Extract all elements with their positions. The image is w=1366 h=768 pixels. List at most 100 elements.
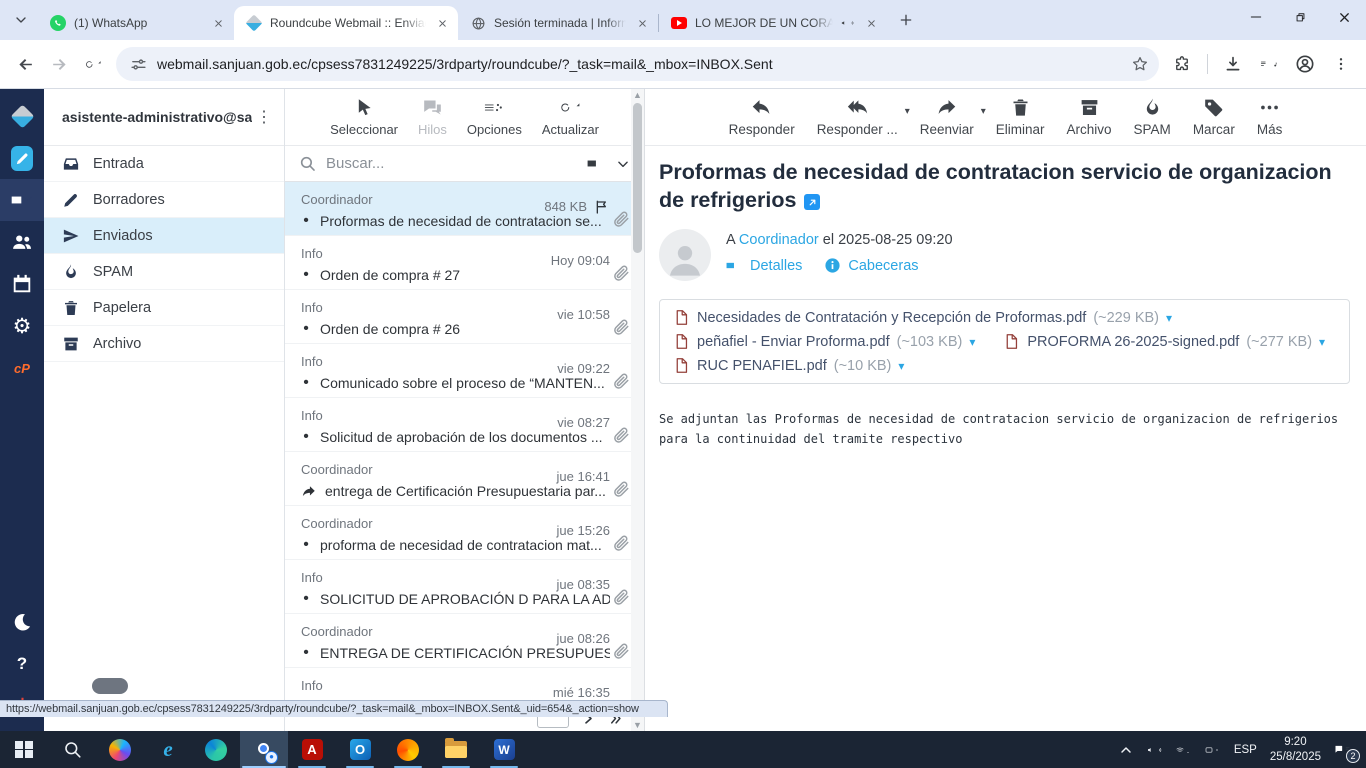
search-collapse-chevron-icon[interactable]	[616, 157, 630, 171]
scroll-down-icon[interactable]: ▼	[633, 719, 642, 731]
clock[interactable]: 9:20 25/8/2025	[1270, 735, 1321, 764]
tab-audio-speaker-icon[interactable]	[841, 16, 855, 30]
tab-informes[interactable]: Sesión terminada | Informes Me	[458, 6, 658, 40]
attachment-name[interactable]: peñafiel - Enviar Proforma.pdf	[697, 334, 890, 350]
dropdown-caret-icon[interactable]: ▾	[981, 106, 986, 117]
list-toolbar-hilos-button[interactable]: Hilos	[418, 97, 447, 137]
forward-button[interactable]	[42, 47, 76, 81]
new-tab-button[interactable]	[893, 7, 919, 33]
taskbar-edge[interactable]	[192, 731, 240, 768]
tab-youtube[interactable]: LO MEJOR DE UN CORAZÓ	[659, 6, 887, 40]
cpanel-nav[interactable]: cP	[0, 347, 44, 389]
view-toolbar-reenviar-button[interactable]: Reenviar ▾	[920, 97, 986, 137]
view-toolbar-spam-button[interactable]: SPAM	[1134, 97, 1171, 137]
message-row[interactable]: Coordinador jue 15:26 • proforma de necesid…	[285, 506, 644, 560]
message-row[interactable]: Coordinador jue 16:41 entrega de Certifica…	[285, 452, 644, 506]
list-toolbar-seleccionar-button[interactable]: Seleccionar	[330, 97, 398, 137]
message-row[interactable]: Info vie 08:27 • Solicitud de aprobación de…	[285, 398, 644, 452]
window-restore-button[interactable]	[1278, 0, 1322, 34]
view-toolbar-marcar-button[interactable]: Marcar	[1193, 97, 1235, 137]
volume-icon[interactable]	[1147, 742, 1163, 758]
message-row[interactable]: Info Hoy 09:04 • Orden de compra # 27	[285, 236, 644, 290]
taskbar-file-explorer[interactable]	[432, 731, 480, 768]
address-url[interactable]: webmail.sanjuan.gob.ec/cpsess7831249225/…	[157, 56, 1127, 72]
address-bar[interactable]: webmail.sanjuan.gob.ec/cpsess7831249225/…	[116, 47, 1159, 81]
taskbar-copilot[interactable]	[96, 731, 144, 768]
settings-nav[interactable]: ⚙	[0, 305, 44, 347]
attachment-name[interactable]: RUC PENAFIEL.pdf	[697, 358, 827, 374]
tab-close-icon[interactable]	[434, 15, 450, 31]
attachment-item[interactable]: RUC PENAFIEL.pdf (~10 KB) ▾	[673, 357, 904, 374]
site-info-icon[interactable]	[130, 56, 147, 73]
attachment-item[interactable]: peñafiel - Enviar Proforma.pdf (~103 KB) ▾	[673, 333, 975, 350]
bookmark-star-icon[interactable]	[1131, 55, 1149, 73]
attachment-menu-caret-icon[interactable]: ▾	[898, 359, 904, 373]
taskbar-outlook[interactable]: O	[336, 731, 384, 768]
downloads-icon[interactable]	[1216, 47, 1250, 81]
sidebar-folder-papelera[interactable]: Papelera	[44, 290, 284, 326]
tab-close-icon[interactable]	[863, 15, 879, 31]
taskbar-acrobat[interactable]: A	[288, 731, 336, 768]
attachment-name[interactable]: Necesidades de Contratación y Recepción …	[697, 310, 1086, 326]
list-toolbar-actualizar-button[interactable]: Actualizar	[542, 97, 599, 137]
taskbar-chrome[interactable]: ●	[240, 731, 288, 768]
window-minimize-button[interactable]	[1234, 0, 1278, 34]
media-controls-icon[interactable]	[1252, 47, 1286, 81]
view-toolbar-m-s-button[interactable]: Más	[1257, 97, 1282, 137]
taskbar-internet-explorer[interactable]: e	[144, 731, 192, 768]
sidebar-folder-spam[interactable]: SPAM	[44, 254, 284, 290]
taskbar-firefox[interactable]	[384, 731, 432, 768]
scrollbar-thumb[interactable]	[633, 103, 642, 253]
profile-avatar-icon[interactable]	[1288, 47, 1322, 81]
message-row[interactable]: Info jue 08:35 • SOLICITUD DE APROBACIÓN D …	[285, 560, 644, 614]
browser-menu-kebab-icon[interactable]	[1324, 47, 1358, 81]
attachment-item[interactable]: PROFORMA 26-2025-signed.pdf (~277 KB) ▾	[1003, 333, 1325, 350]
tab-roundcube[interactable]: Roundcube Webmail :: Enviados	[234, 6, 458, 40]
view-toolbar-responder-button[interactable]: Responder ... ▾	[817, 97, 910, 137]
back-button[interactable]	[8, 47, 42, 81]
notification-center[interactable]: 2	[1334, 740, 1360, 763]
scroll-up-icon[interactable]: ▲	[633, 89, 642, 101]
detalles-button[interactable]: Detalles	[726, 257, 802, 274]
dropdown-caret-icon[interactable]: ▾	[905, 106, 910, 117]
taskbar-start-button[interactable]	[0, 731, 48, 768]
sidebar-folder-archivo[interactable]: Archivo	[44, 326, 284, 362]
attachment-menu-caret-icon[interactable]: ▾	[1166, 311, 1172, 325]
open-in-new-window-icon[interactable]	[804, 194, 821, 211]
sidebar-folder-entrada[interactable]: Entrada	[44, 146, 284, 182]
tab-whatsapp[interactable]: (1) WhatsApp	[38, 6, 234, 40]
mail-nav[interactable]	[0, 179, 44, 221]
view-toolbar-responder-button[interactable]: Responder	[729, 97, 795, 137]
taskbar-taskbar-search[interactable]	[48, 731, 96, 768]
calendar-nav[interactable]	[0, 263, 44, 305]
language-indicator[interactable]: ESP	[1234, 744, 1257, 756]
recipient-link[interactable]: Coordinador	[739, 232, 819, 248]
view-toolbar-archivo-button[interactable]: Archivo	[1067, 97, 1112, 137]
tab-close-icon[interactable]	[210, 15, 226, 31]
message-row[interactable]: Coordinador jue 08:26 • ENTREGA DE CERTIFIC…	[285, 614, 644, 668]
tray-chevron-up-icon[interactable]	[1118, 742, 1134, 758]
window-close-button[interactable]	[1322, 0, 1366, 34]
attachment-item[interactable]: Necesidades de Contratación y Recepción …	[673, 309, 1172, 326]
roundcube-logo[interactable]	[0, 95, 44, 137]
attachment-name[interactable]: PROFORMA 26-2025-signed.pdf	[1027, 334, 1239, 350]
contacts-nav[interactable]	[0, 221, 44, 263]
cabeceras-button[interactable]: Cabeceras	[824, 257, 919, 274]
tab-search-chevron-icon[interactable]	[8, 7, 34, 33]
search-scope-envelope-icon[interactable]	[587, 154, 606, 173]
cast-screen-icon[interactable]	[1205, 742, 1221, 758]
compose-button[interactable]	[0, 137, 44, 179]
search-input[interactable]	[326, 155, 577, 172]
extensions-icon[interactable]	[1165, 47, 1199, 81]
attachment-menu-caret-icon[interactable]: ▾	[1319, 335, 1325, 349]
message-row[interactable]: Coordinador 848 KB • Proformas de necesidad…	[285, 182, 644, 236]
message-row[interactable]: Info vie 09:22 • Comunicado sobre el proces…	[285, 344, 644, 398]
taskbar-word[interactable]: W	[480, 731, 528, 768]
attachment-menu-caret-icon[interactable]: ▾	[969, 335, 975, 349]
help-button[interactable]: ?	[0, 643, 44, 685]
wifi-icon[interactable]	[1176, 742, 1192, 758]
message-row[interactable]: Info vie 10:58 • Orden de compra # 26	[285, 290, 644, 344]
list-scrollbar[interactable]: ▲ ▼	[631, 89, 644, 731]
view-toolbar-eliminar-button[interactable]: Eliminar	[996, 97, 1045, 137]
list-toolbar-opciones-button[interactable]: Opciones	[467, 97, 522, 137]
